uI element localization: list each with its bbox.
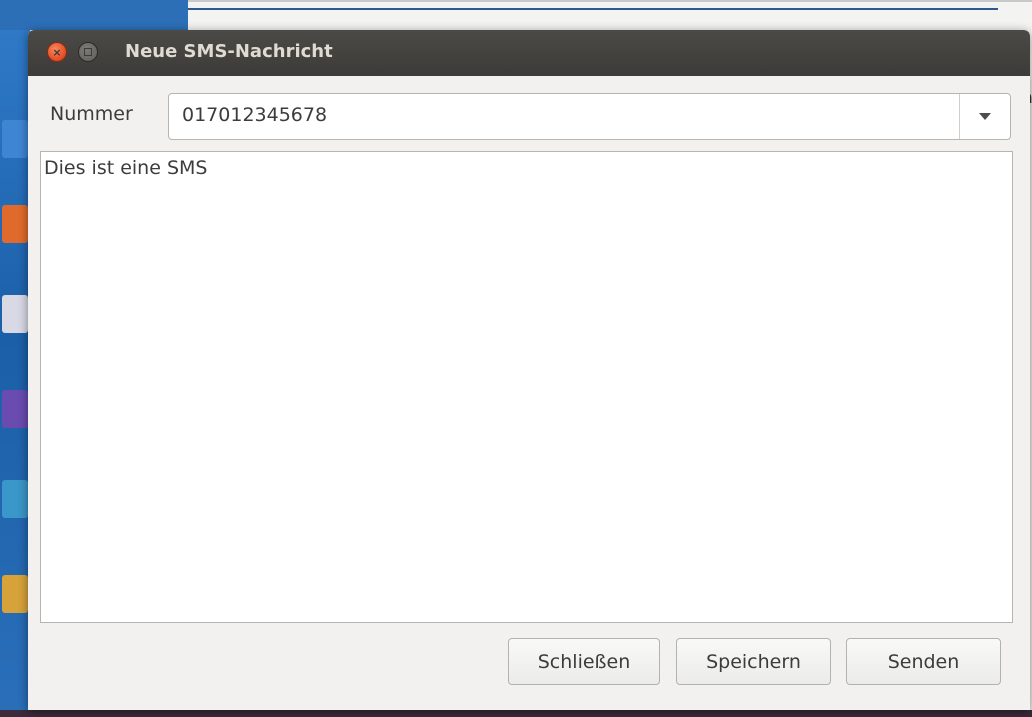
number-label: Nummer [50, 103, 133, 125]
launcher-item [2, 120, 28, 158]
launcher-item [2, 205, 28, 243]
chevron-down-icon[interactable] [960, 94, 1010, 139]
number-combobox[interactable]: 017012345678 [168, 93, 1011, 140]
close-icon[interactable]: × [47, 42, 67, 62]
sms-dialog: × Neue SMS-Nachricht Nummer 017012345678… [28, 30, 1030, 710]
background-taskbar-edge [0, 710, 1032, 717]
launcher-item [2, 575, 28, 613]
background-window-edge [188, 8, 998, 10]
send-button[interactable]: Senden [846, 638, 1001, 685]
background-window-corner [0, 0, 188, 30]
minimize-icon[interactable] [78, 42, 98, 62]
launcher-item [2, 295, 28, 333]
save-button[interactable]: Speichern [676, 638, 831, 685]
close-button[interactable]: Schließen [508, 638, 660, 685]
title-bar: × Neue SMS-Nachricht [28, 30, 1030, 76]
message-textarea[interactable]: Dies ist eine SMS [40, 151, 1013, 623]
number-value[interactable]: 017012345678 [182, 104, 327, 126]
launcher-item [2, 390, 28, 428]
window-title: Neue SMS-Nachricht [125, 41, 333, 62]
launcher-item [2, 480, 28, 518]
background-launcher [0, 30, 30, 717]
